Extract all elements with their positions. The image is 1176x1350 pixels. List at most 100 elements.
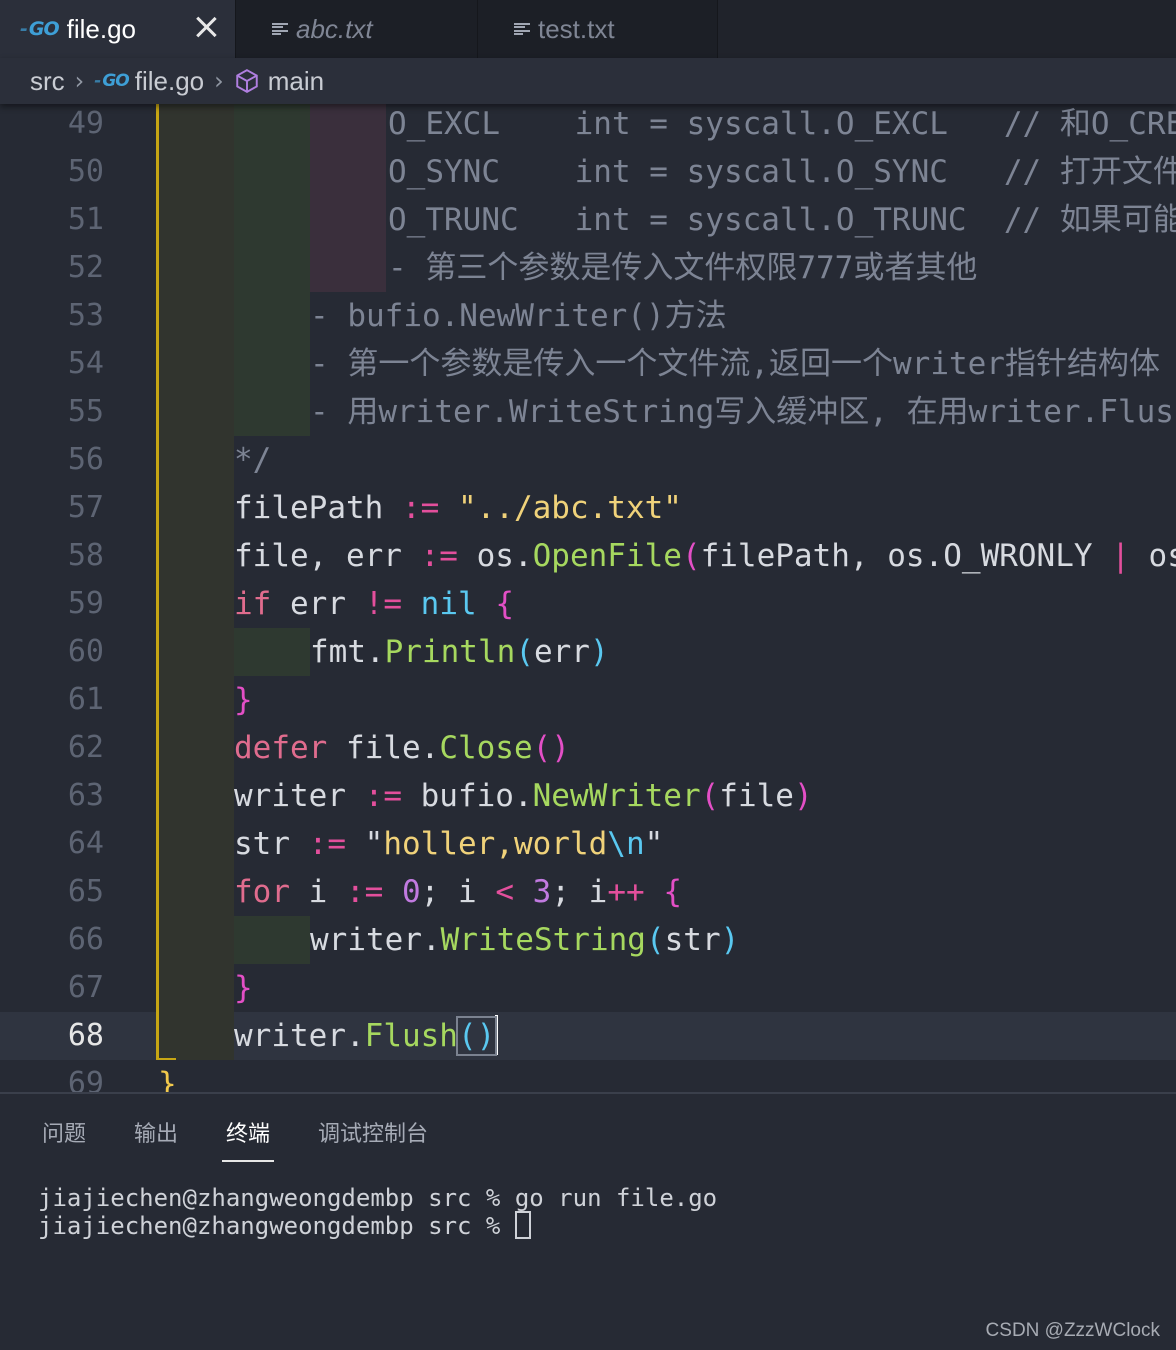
code-line[interactable]: 54 - 第一个参数是传入一个文件流,返回一个writer指针结构体 (0, 340, 1176, 388)
indent-guide (234, 196, 310, 244)
line-number: 64 (67, 826, 104, 861)
bracket-guide (156, 1012, 159, 1060)
indent-guide (158, 772, 234, 820)
code-text: } (158, 1060, 177, 1092)
indent-guide (158, 724, 234, 772)
line-number: 69 (67, 1066, 104, 1092)
code-line[interactable]: 67} (0, 964, 1176, 1012)
indent-guide (310, 244, 386, 292)
code-token: < (495, 874, 514, 910)
code-token: i (290, 874, 346, 910)
tab-abc-txt[interactable]: abc.txt (236, 0, 478, 58)
active-tab-underline (222, 1160, 274, 1162)
panel-tab-problems[interactable]: 问题 (42, 1116, 86, 1148)
code-line[interactable]: 65 for i := 0; i < 3; i++ { (0, 868, 1176, 916)
text-file-icon (272, 21, 288, 37)
code-line[interactable]: 51 O_TRUNC int = syscall.O_TRUNC // 如果可能，… (0, 196, 1176, 244)
indent-guide (234, 628, 310, 676)
code-token: | (1111, 538, 1130, 574)
line-number: 67 (67, 970, 104, 1005)
close-icon[interactable] (193, 14, 219, 40)
code-text: writer := bufio.NewWriter(file) (234, 772, 813, 820)
line-number: 63 (67, 778, 104, 813)
breadcrumb-folder[interactable]: src (30, 66, 65, 97)
code-line[interactable]: 49 O_EXCL int = syscall.O_EXCL // 和O_CREA… (0, 104, 1176, 148)
code-line[interactable]: 59 if err != nil { (0, 580, 1176, 628)
line-number: 49 (67, 106, 104, 141)
tab-file-go[interactable]: GO file.go (0, 0, 236, 58)
tab-test-txt[interactable]: test.txt (478, 0, 718, 58)
text-file-icon (514, 21, 530, 37)
line-number: 55 (67, 394, 104, 429)
code-token: file, err (234, 538, 421, 574)
code-text: filePath := "../abc.txt" (234, 484, 682, 532)
line-number: 51 (67, 202, 104, 237)
chevron-right-icon: › (214, 67, 224, 95)
indent-guide (234, 148, 310, 196)
code-token: OpenFile (532, 538, 682, 574)
code-line[interactable]: 55 - 用writer.WriteString写入缓冲区, 在用writer.F… (0, 388, 1176, 436)
code-text: if err != nil { (234, 580, 514, 628)
code-token: WriteString (440, 922, 646, 958)
tab-label: test.txt (538, 13, 615, 44)
indent-guide (158, 1012, 234, 1060)
bracket-guide (156, 104, 159, 148)
indent-guide (310, 196, 386, 244)
code-token: { (495, 586, 514, 622)
code-token: writer (234, 778, 365, 814)
code-line[interactable]: 50 O_SYNC int = syscall.O_SYNC // 打开文件用于同… (0, 148, 1176, 196)
code-token: file. (327, 730, 440, 766)
line-number: 56 (67, 442, 104, 477)
code-text: writer.WriteString(str) (310, 916, 739, 964)
terminal-line: jiajiechen@zhangweongdembp src % go run … (38, 1184, 718, 1212)
breadcrumb-symbol[interactable]: main (268, 66, 324, 97)
bracket-guide (156, 292, 159, 340)
code-line[interactable]: 63 writer := bufio.NewWriter(file) (0, 772, 1176, 820)
code-line[interactable]: 52 - 第三个参数是传入文件权限777或者其他 (0, 244, 1176, 292)
code-text: } (234, 676, 253, 724)
code-text: } (234, 964, 253, 1012)
indent-guide (158, 148, 234, 196)
code-token: os.O_APPEND, 0666 (1148, 538, 1176, 574)
code-line[interactable]: 56 */ (0, 436, 1176, 484)
code-line[interactable]: 69} (0, 1060, 1176, 1092)
breadcrumb-file[interactable]: file.go (135, 66, 204, 97)
code-token: defer (234, 730, 328, 766)
code-line[interactable]: 62 defer file.Close() (0, 724, 1176, 772)
code-line[interactable]: 58 file, err := os.OpenFile(filePath, os.… (0, 532, 1176, 580)
code-token: Flush (364, 1018, 458, 1054)
indent-guide (158, 868, 234, 916)
code-line[interactable]: 66 writer.WriteString(str) (0, 916, 1176, 964)
code-token: - bufio.NewWriter()方法 (310, 298, 727, 334)
indent-guide (234, 340, 310, 388)
indent-guide (234, 244, 310, 292)
line-number: 50 (67, 154, 104, 189)
code-line[interactable]: 53 - bufio.NewWriter()方法 (0, 292, 1176, 340)
terminal-prompt-line[interactable]: jiajiechen@zhangweongdembp src % (38, 1211, 531, 1240)
indent-guide (234, 916, 310, 964)
code-token: := (420, 538, 458, 574)
indent-guide (158, 104, 234, 148)
code-line[interactable]: 61} (0, 676, 1176, 724)
indent-guide (234, 104, 310, 148)
code-token: fmt. (310, 634, 385, 670)
code-line[interactable]: 68 writer.Flush() (0, 1012, 1176, 1060)
panel-tab-output[interactable]: 输出 (134, 1116, 178, 1148)
code-text: O_TRUNC int = syscall.O_TRUNC // 如果可能，打开… (388, 196, 1176, 244)
bracket-guide (156, 772, 159, 820)
code-line[interactable]: 60 fmt.Println(err) (0, 628, 1176, 676)
code-text: file, err := os.OpenFile(filePath, os.O_… (234, 532, 1176, 580)
code-text: - bufio.NewWriter()方法 (310, 292, 727, 340)
panel-tab-terminal[interactable]: 终端 (226, 1116, 270, 1148)
code-token: ) (793, 778, 813, 814)
code-token: := (308, 826, 346, 862)
code-token: 3 (532, 874, 552, 910)
code-line[interactable]: 57 filePath := "../abc.txt" (0, 484, 1176, 532)
code-line[interactable]: 64 str := "holler,world\n" (0, 820, 1176, 868)
line-number: 61 (67, 682, 104, 717)
bottom-panel: 问题 输出 终端 调试控制台 jiajiechen@zhangweongdemb… (0, 1092, 1176, 1350)
panel-tab-debug-console[interactable]: 调试控制台 (318, 1116, 428, 1148)
code-editor[interactable]: 49 O_EXCL int = syscall.O_EXCL // 和O_CREA… (0, 104, 1176, 1092)
